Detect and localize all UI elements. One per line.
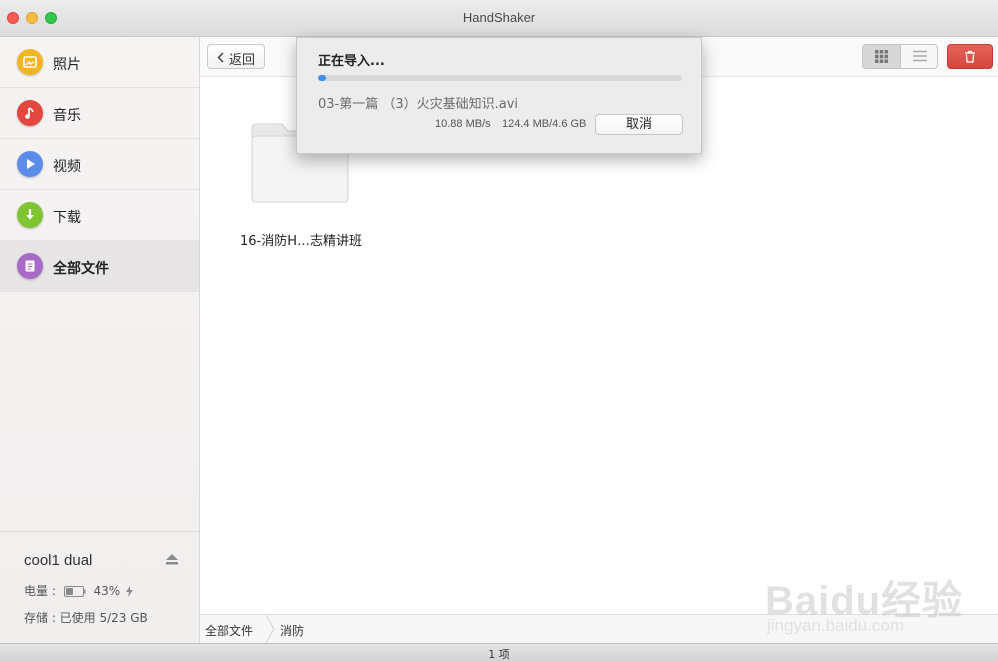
- download-arrow-icon: [17, 202, 43, 228]
- view-toggle: [862, 44, 938, 69]
- status-bar: 1 项: [0, 643, 998, 661]
- charging-bolt-icon: [126, 586, 134, 597]
- item-count: 1 项: [488, 648, 510, 661]
- trash-icon: [965, 50, 975, 63]
- battery-icon: [63, 586, 86, 597]
- sidebar-item-label: 全部文件: [53, 261, 109, 277]
- battery-percent: 43%: [93, 584, 121, 598]
- document-icon: [17, 253, 43, 279]
- sidebar-item-label: 照片: [53, 57, 81, 73]
- back-button-label: 返回: [229, 53, 256, 68]
- sidebar-item-downloads[interactable]: 下载: [0, 190, 199, 241]
- importing-file-name: 03-第一篇 （3）火灾基础知识.avi: [318, 97, 519, 112]
- watermark: Baidu经验 jingyan.baidu.com: [765, 558, 965, 640]
- transfer-speed: 10.88 MB/s: [435, 118, 491, 130]
- battery-label: 电量 :: [24, 584, 56, 598]
- import-progress-bar: [318, 75, 682, 81]
- sidebar-item-label: 下载: [53, 210, 81, 226]
- breadcrumb-current[interactable]: 消防: [280, 622, 304, 639]
- sidebar-item-all-files[interactable]: 全部文件: [0, 241, 199, 292]
- transfer-size: 124.4 MB/4.6 GB: [502, 118, 587, 130]
- delete-button[interactable]: [947, 44, 993, 69]
- breadcrumb-all-files[interactable]: 全部文件: [205, 622, 253, 639]
- device-panel: cool1 dual 电量 : 43% 存储 : 已使用 5/23 GB: [0, 531, 199, 643]
- grid-icon: [875, 50, 888, 63]
- sidebar-item-label: 视频: [53, 159, 81, 175]
- import-progress-dialog: 正在导入... 03-第一篇 （3）火灾基础知识.avi 10.88 MB/s …: [296, 37, 702, 154]
- storage-status: 存储 : 已使用 5/23 GB: [24, 611, 148, 625]
- import-progress-fill: [318, 75, 326, 81]
- battery-status: 电量 : 43%: [24, 582, 134, 599]
- grid-view-button[interactable]: [863, 45, 901, 68]
- back-button[interactable]: 返回: [207, 44, 265, 69]
- sidebar-item-videos[interactable]: 视频: [0, 139, 199, 190]
- breadcrumb-separator-icon: [265, 615, 275, 643]
- folder-name: 16-消防H…志精讲班: [240, 234, 363, 249]
- list-icon: [913, 50, 927, 62]
- title-bar: HandShaker: [0, 0, 998, 37]
- photo-icon: [17, 49, 43, 75]
- sidebar: 照片 音乐 视频 下载 全部文件 cool1 dual 电量 : 43% 存储 …: [0, 37, 200, 643]
- dialog-title: 正在导入...: [318, 54, 385, 69]
- device-name: cool1 dual: [24, 552, 93, 569]
- play-icon: [17, 151, 43, 177]
- watermark-url: jingyan.baidu.com: [767, 616, 905, 635]
- list-view-button[interactable]: [901, 45, 937, 68]
- sidebar-item-label: 音乐: [53, 108, 81, 124]
- cancel-button[interactable]: 取消: [595, 114, 683, 135]
- music-note-icon: [17, 100, 43, 126]
- sidebar-item-music[interactable]: 音乐: [0, 88, 199, 139]
- sidebar-item-photos[interactable]: 照片: [0, 37, 199, 88]
- eject-icon[interactable]: [166, 554, 178, 565]
- window-title: HandShaker: [462, 10, 536, 25]
- chevron-left-icon: [217, 52, 224, 63]
